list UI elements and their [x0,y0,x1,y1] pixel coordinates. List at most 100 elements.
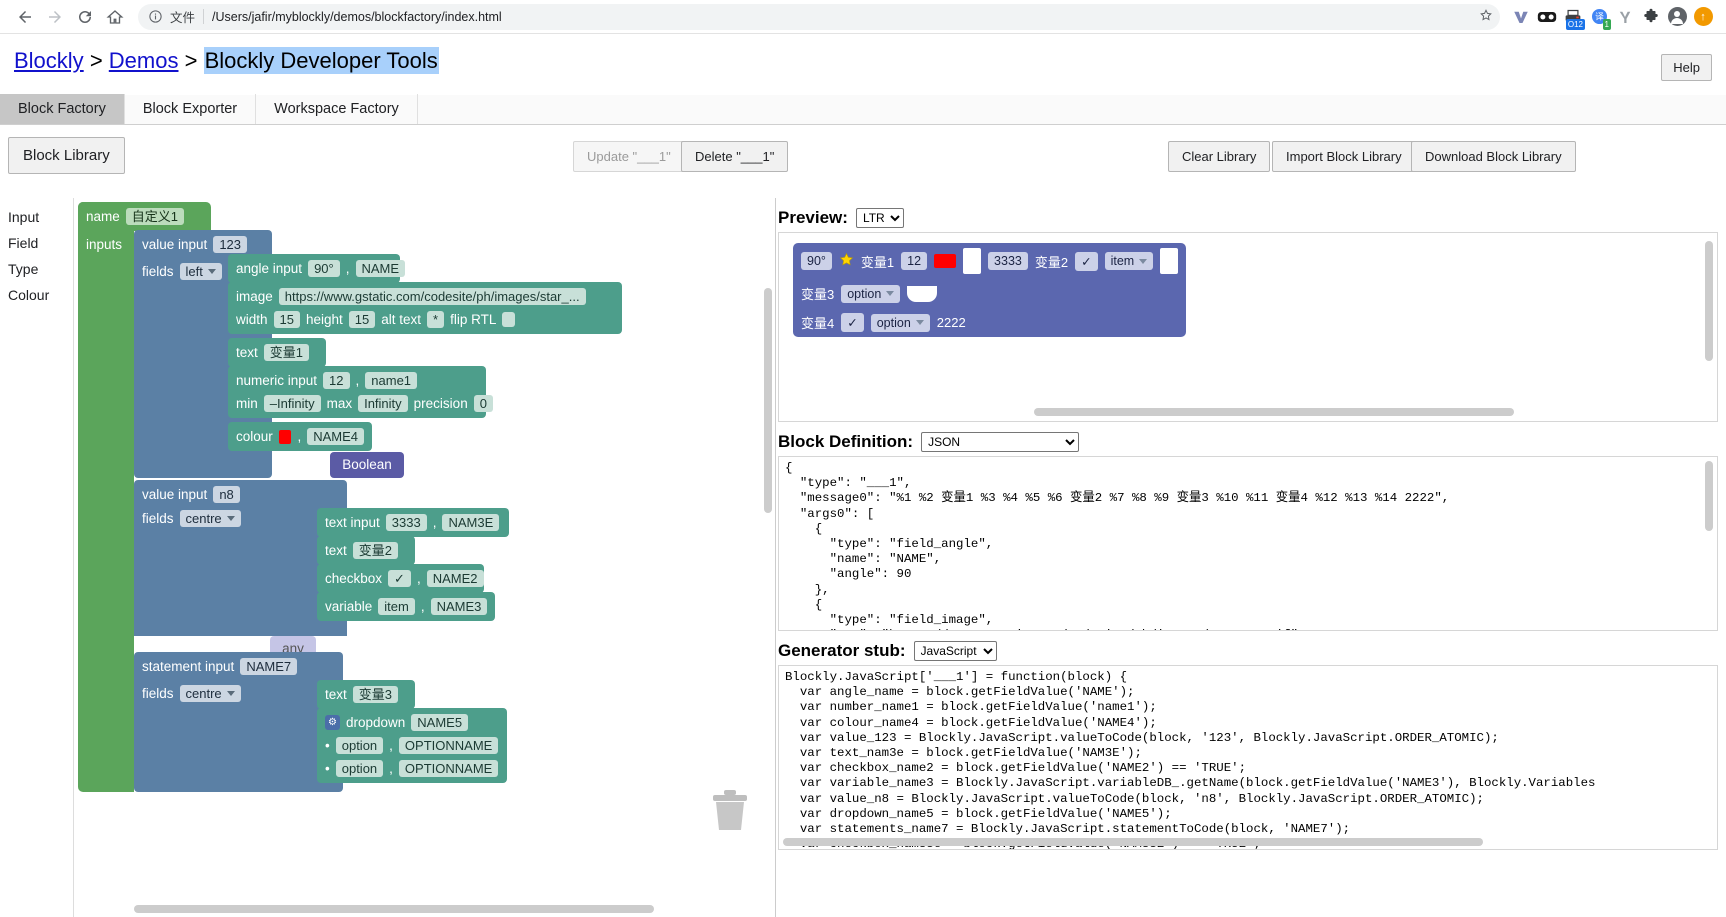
block-field-checkbox[interactable]: checkbox ✓ , NAME2 [317,564,484,593]
block-definition-code-area[interactable]: { "type": "___1", "message0": "%1 %2 变量1… [778,456,1718,631]
preview-checkbox-field[interactable]: ✓ [1075,251,1098,271]
forward-icon[interactable] [40,2,70,32]
statement-input-name-field[interactable]: NAME7 [240,658,298,675]
preview-value-socket-1[interactable] [963,248,982,274]
image-width-field[interactable]: 15 [273,311,300,328]
align-dropdown-2[interactable]: centre [179,510,241,527]
numeric-max-field[interactable]: Infinity [358,395,408,412]
address-bar[interactable]: 文件 /Users/jafir/myblockly/demos/blockfac… [138,3,1500,30]
vimium-extension-icon[interactable] [1508,4,1534,30]
url-text[interactable]: /Users/jafir/myblockly/demos/blockfactor… [212,10,1472,24]
preview-statement-socket[interactable] [907,285,938,302]
block-definition-code[interactable]: { "type": "___1", "message0": "%1 %2 变量1… [779,457,1717,630]
star-outline-icon[interactable] [1478,7,1494,26]
preview-colour-swatch[interactable] [934,254,957,268]
tab-block-factory[interactable]: Block Factory [0,94,125,124]
dropdown-option-label-1[interactable]: option [335,737,384,754]
help-button[interactable]: Help [1661,54,1712,81]
reload-icon[interactable] [70,2,100,32]
dropdown-name-field[interactable]: NAME5 [411,714,469,731]
workspace-horizontal-scrollbar[interactable] [134,905,654,913]
update-block-button[interactable]: Update "___1" [573,141,685,172]
text-input-name-field[interactable]: NAM3E [442,514,500,531]
text-value-field-1[interactable]: 变量1 [263,344,309,361]
numeric-value-field[interactable]: 12 [323,372,350,389]
update-available-icon[interactable]: ↑ [1690,4,1716,30]
preview-vertical-scrollbar[interactable] [1705,241,1713,361]
back-icon[interactable] [10,2,40,32]
block-field-variable[interactable]: variable item , NAME3 [317,592,495,621]
image-alt-field[interactable]: * [427,311,445,328]
align-dropdown-3[interactable]: centre [179,685,241,702]
dropdown-option-label-2[interactable]: option [335,760,384,777]
block-type-boolean[interactable]: Boolean [330,452,404,478]
block-statement-input[interactable]: statement input NAME7 fields centre [134,652,343,792]
generator-stub-code[interactable]: Blockly.JavaScript['___1'] = function(bl… [779,666,1717,849]
block-field-text-3[interactable]: text 变量3 [317,680,415,709]
block-factory-base-name-row[interactable]: name 自定义1 [78,202,211,231]
preview-text-input-field[interactable]: 3333 [988,252,1028,270]
variable-value-field[interactable]: item [378,598,415,615]
workspace-vertical-scrollbar[interactable] [764,288,772,513]
tab-workspace-factory[interactable]: Workspace Factory [256,94,418,124]
block-text-input[interactable]: text input 3333 , NAM3E [317,508,509,537]
preview-dropdown-field-2[interactable]: option [870,313,930,332]
numeric-min-field[interactable]: –Infinity [263,395,321,412]
delete-block-button[interactable]: Delete "___1" [681,141,789,172]
clear-library-button[interactable]: Clear Library [1168,141,1271,172]
block-name-field[interactable]: 自定义1 [125,208,185,225]
numeric-precision-field[interactable]: 0 [473,395,493,412]
block-angle-input[interactable]: angle input 90° , NAME [228,254,406,283]
preview-checkbox-field-2[interactable]: ✓ [841,313,864,332]
checkbox-name-field[interactable]: NAME2 [426,570,484,587]
block-definition-format-select[interactable]: JSON [921,432,1080,452]
blockly-workspace[interactable]: name 自定义1 inputs value input 123 fields … [74,198,776,917]
download-block-library-button[interactable]: Download Block Library [1411,141,1576,172]
home-icon[interactable] [100,2,130,32]
colour-name-field[interactable]: NAME4 [307,428,364,445]
block-field-dropdown[interactable]: ⚙ dropdown NAME5 • option , OPTIONNAME •… [317,708,507,783]
preview-horizontal-scrollbar[interactable] [1034,408,1514,416]
category-input[interactable]: Input [0,204,73,230]
profile-avatar-icon[interactable] [1664,4,1690,30]
block-value-input-2-body[interactable]: fields centre [134,506,347,636]
category-type[interactable]: Type [0,256,73,282]
dropdown-option-name-1[interactable]: OPTIONNAME [398,737,499,754]
preview-variable-field[interactable]: item [1104,252,1154,270]
image-src-field[interactable]: https://www.gstatic.com/codesite/ph/imag… [278,288,586,305]
preview-block[interactable]: 90° 变量1 12 3333 变量2 ✓ item 变量3 option 变量… [793,243,1187,337]
angle-name-field[interactable]: NAME [355,260,406,277]
tab-block-exporter[interactable]: Block Exporter [125,94,257,124]
image-height-field[interactable]: 15 [348,311,376,328]
glasses-extension-icon[interactable] [1534,4,1560,30]
preview-value-socket-2[interactable] [1160,248,1179,274]
block-library-button[interactable]: Block Library [8,137,125,174]
gear-icon[interactable]: ⚙ [325,715,340,730]
block-definition-vertical-scrollbar[interactable] [1705,461,1713,531]
preview-number-field[interactable]: 12 [901,252,928,270]
text-input-value-field[interactable]: 3333 [385,514,427,531]
checkbox-value-field[interactable]: ✓ [388,570,411,587]
breadcrumb-link-demos[interactable]: Demos [109,48,179,73]
angle-value-field[interactable]: 90° [308,260,340,277]
text-value-field-2[interactable]: 变量2 [352,542,398,559]
flip-rtl-checkbox[interactable] [502,312,516,327]
preview-workspace[interactable]: 90° 变量1 12 3333 变量2 ✓ item 变量3 option 变量… [778,232,1718,422]
category-field[interactable]: Field [0,230,73,256]
block-factory-base[interactable] [78,202,134,792]
block-field-image[interactable]: image https://www.gstatic.com/codesite/p… [228,282,622,334]
variable-name-field[interactable]: NAME3 [430,598,488,615]
align-dropdown-1[interactable]: left [179,263,222,280]
value-input-name-2[interactable]: n8 [213,486,240,503]
generator-stub-horizontal-scrollbar[interactable] [783,838,1483,846]
preview-direction-select[interactable]: LTR [855,208,904,228]
block-field-text-1[interactable]: text 变量1 [228,338,326,367]
generator-stub-code-area[interactable]: Blockly.JavaScript['___1'] = function(bl… [778,665,1718,850]
block-numeric-input[interactable]: numeric input 12 , name1 min –Infinity m… [228,366,493,418]
preview-dropdown-field-1[interactable]: option [841,284,901,303]
breadcrumb-link-blockly[interactable]: Blockly [14,48,84,73]
generator-language-select[interactable]: JavaScript [913,641,997,661]
yandex-extension-icon[interactable] [1612,4,1638,30]
block-field-colour[interactable]: colour , NAME4 [228,422,372,451]
translate-extension-icon[interactable]: 译 1 [1586,4,1612,30]
